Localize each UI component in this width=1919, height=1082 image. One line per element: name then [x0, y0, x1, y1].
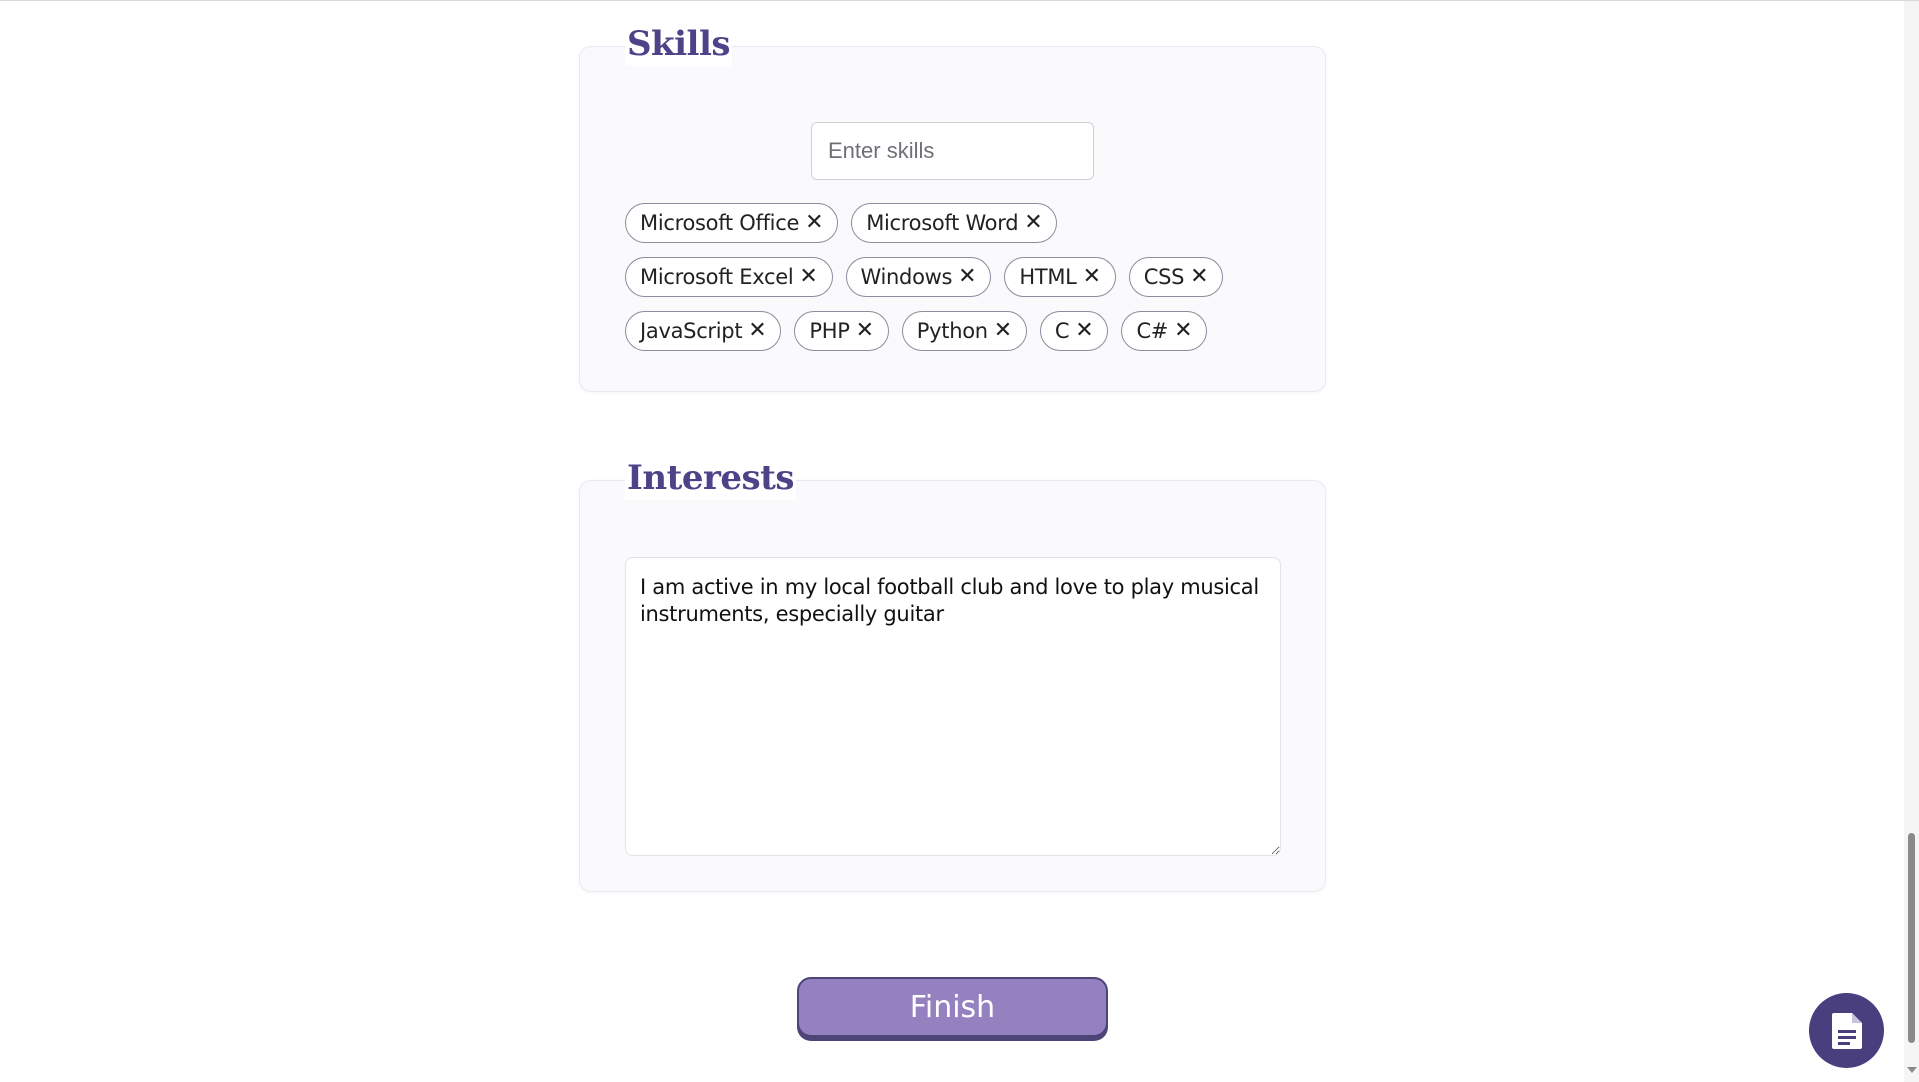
skill-tag: Microsoft Office ✕ — [625, 203, 839, 243]
skill-tag: C# ✕ — [1121, 311, 1208, 351]
skill-tag-label: HTML — [1019, 265, 1077, 289]
interests-textarea[interactable]: I am active in my local football club an… — [625, 557, 1281, 856]
skill-tag-label: Microsoft Excel — [640, 265, 794, 289]
skill-tag: PHP ✕ — [794, 311, 889, 351]
close-icon[interactable]: ✕ — [805, 212, 823, 234]
page: Skills Microsoft Office ✕ Microsoft Word… — [0, 0, 1919, 1082]
close-icon[interactable]: ✕ — [1024, 212, 1042, 234]
scroll-down-arrow-icon[interactable] — [1907, 1067, 1917, 1073]
skill-tag: JavaScript ✕ — [625, 311, 782, 351]
close-icon[interactable]: ✕ — [856, 320, 874, 342]
skill-tag: C ✕ — [1039, 311, 1109, 351]
close-icon[interactable]: ✕ — [1083, 266, 1101, 288]
interests-title: Interests — [625, 456, 796, 500]
skill-tag: HTML ✕ — [1004, 257, 1116, 297]
skill-tag-label: Windows — [860, 265, 953, 289]
close-icon[interactable]: ✕ — [799, 266, 817, 288]
close-icon[interactable]: ✕ — [1190, 266, 1208, 288]
finish-button[interactable]: Finish — [797, 977, 1108, 1037]
skill-tag: Microsoft Word ✕ — [851, 203, 1058, 243]
skill-tag-label: CSS — [1143, 265, 1185, 289]
skill-tag-label: PHP — [809, 319, 850, 343]
scrollbar-thumb[interactable] — [1908, 833, 1915, 1043]
close-icon[interactable]: ✕ — [1174, 320, 1192, 342]
skill-tag: Microsoft Excel ✕ — [625, 257, 833, 297]
skill-tag-label: Microsoft Office — [640, 211, 800, 235]
document-fab-button[interactable] — [1809, 993, 1884, 1068]
skill-tag: Python ✕ — [901, 311, 1027, 351]
skill-tag-label: C — [1054, 319, 1070, 343]
skill-tag-label: Python — [916, 319, 988, 343]
skills-title: Skills — [625, 22, 733, 66]
close-icon[interactable]: ✕ — [994, 320, 1012, 342]
skills-tag-list: Microsoft Office ✕ Microsoft Word ✕ Micr… — [625, 203, 1265, 351]
vertical-scrollbar[interactable] — [1904, 1, 1919, 1082]
skill-tag-label: JavaScript — [640, 319, 743, 343]
close-icon[interactable]: ✕ — [1075, 320, 1093, 342]
skill-tag-label: C# — [1136, 319, 1169, 343]
skill-tag: CSS ✕ — [1128, 257, 1224, 297]
skill-tag-label: Microsoft Word — [866, 211, 1019, 235]
close-icon[interactable]: ✕ — [958, 266, 976, 288]
skills-input[interactable] — [811, 122, 1094, 180]
close-icon[interactable]: ✕ — [748, 320, 766, 342]
skill-tag: Windows ✕ — [845, 257, 992, 297]
document-icon — [1831, 1012, 1862, 1049]
